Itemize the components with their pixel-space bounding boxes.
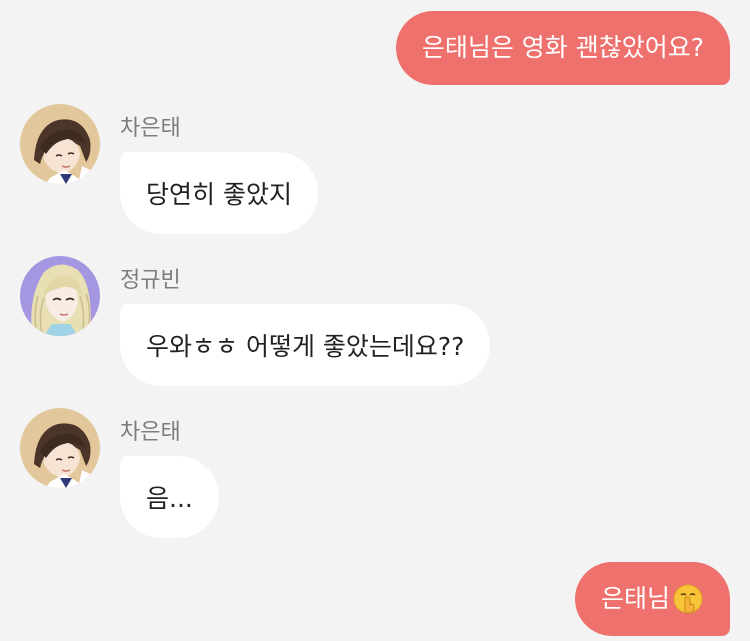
boy-avatar[interactable] [20, 104, 100, 184]
incoming-message-bubble[interactable]: 당연히 좋았지 [120, 152, 318, 234]
message-text: 당연히 좋았지 [146, 180, 292, 209]
message-text: 은태님은 영화 괜찮았어요? [421, 33, 704, 62]
message-text: 은태님 [600, 584, 670, 613]
sender-name: 정규빈 [120, 268, 181, 293]
girl-avatar[interactable] [20, 256, 100, 336]
incoming-message-bubble[interactable]: 우와ㅎㅎ 어떻게 좋았는데요?? [120, 304, 491, 386]
message-text: 우와ㅎㅎ 어떻게 좋았는데요?? [146, 332, 465, 361]
outgoing-message-bubble[interactable]: 은태님은 영화 괜찮았어요? [395, 11, 730, 85]
shushing-face-emoji-icon [672, 583, 704, 615]
boy-avatar[interactable] [20, 408, 100, 488]
incoming-message-bubble[interactable]: 음... [120, 456, 219, 538]
sender-name: 차은태 [120, 420, 181, 445]
sender-name: 차은태 [120, 116, 181, 141]
outgoing-message-bubble[interactable]: 은태님 [574, 562, 730, 636]
message-text: 음... [146, 484, 193, 513]
chat-thread: 은태님은 영화 괜찮았어요? 차은태 당연히 좋았지 정규빈 우와ㅎㅎ 어떻게 … [0, 0, 750, 641]
